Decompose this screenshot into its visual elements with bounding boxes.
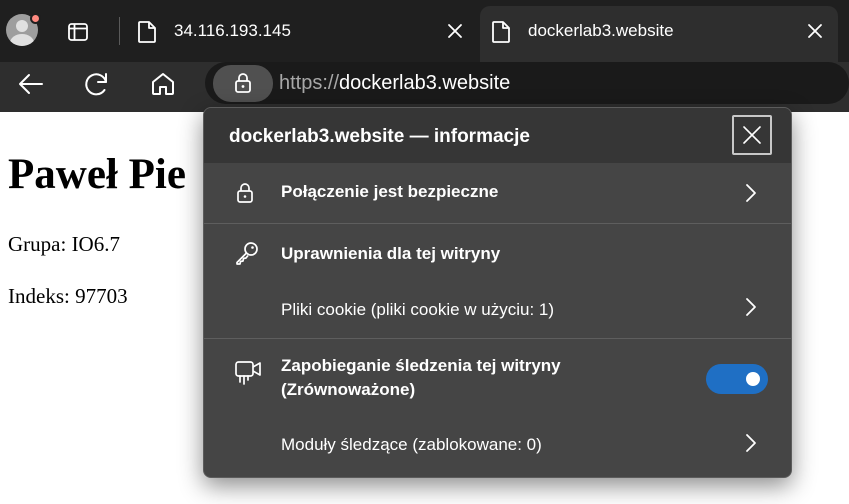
browser-toolbar: https://dockerlab3.website bbox=[0, 62, 849, 112]
url-host: dockerlab3.website bbox=[339, 72, 511, 94]
url-scheme: https:// bbox=[279, 72, 340, 94]
key-icon bbox=[234, 240, 260, 271]
page-icon bbox=[490, 20, 512, 44]
chevron-right-icon bbox=[744, 297, 758, 322]
home-icon[interactable] bbox=[148, 69, 178, 99]
cookies-label: Pliki cookie (pliki cookie w użyciu: 1) bbox=[281, 300, 555, 319]
close-icon bbox=[743, 126, 761, 144]
page-heading: Paweł Pie bbox=[8, 151, 186, 198]
site-permissions-row: Uprawnienia dla tej witryny bbox=[204, 224, 791, 284]
close-tab-icon[interactable] bbox=[806, 22, 824, 40]
tracking-prevention-label: Zapobieganie śledzenia tej witryny (Zrów… bbox=[281, 354, 561, 402]
trackers-row[interactable]: Moduły śledzące (zablokowane: 0) bbox=[204, 418, 791, 477]
tracking-prevention-line1: Zapobieganie śledzenia tej witryny bbox=[281, 356, 561, 375]
back-arrow-icon[interactable] bbox=[16, 69, 46, 99]
chevron-right-icon bbox=[744, 433, 758, 458]
trackers-label: Moduły śledzące (zablokowane: 0) bbox=[281, 435, 542, 454]
tab-title: 34.116.193.145 bbox=[174, 21, 291, 40]
tab-ip-address[interactable]: 34.116.193.145 bbox=[128, 6, 476, 62]
address-bar[interactable]: https://dockerlab3.website bbox=[205, 62, 849, 104]
tab-actions-menu-icon[interactable] bbox=[66, 20, 90, 44]
tab-separator bbox=[119, 17, 120, 45]
lock-icon bbox=[234, 181, 256, 210]
cookies-row[interactable]: Pliki cookie (pliki cookie w użyciu: 1) bbox=[204, 284, 791, 338]
tracking-camera-icon bbox=[234, 358, 262, 391]
group-text: Grupa: IO6.7 bbox=[8, 232, 120, 256]
site-info-button[interactable] bbox=[213, 65, 273, 102]
connection-secure-row[interactable]: Połączenie jest bezpieczne bbox=[204, 164, 791, 222]
site-info-popup: dockerlab3.website — informacje Połączen… bbox=[203, 107, 792, 478]
popup-header: dockerlab3.website — informacje bbox=[204, 108, 791, 163]
tab-strip: 34.116.193.145 dockerlab3.website bbox=[0, 0, 849, 62]
tab-title: dockerlab3.website bbox=[528, 21, 674, 40]
url-text[interactable]: https://dockerlab3.website bbox=[279, 72, 510, 95]
tracking-prevention-line2: (Zrównoważone) bbox=[281, 380, 416, 399]
site-permissions-label: Uprawnienia dla tej witryny bbox=[281, 244, 501, 263]
tracking-prevention-row: Zapobieganie śledzenia tej witryny (Zrów… bbox=[204, 340, 791, 416]
tab-dockerlab3-active[interactable]: dockerlab3.website bbox=[480, 6, 838, 62]
close-popup-button[interactable] bbox=[732, 115, 772, 155]
connection-secure-label: Połączenie jest bezpieczne bbox=[281, 182, 499, 201]
tracking-prevention-toggle[interactable] bbox=[706, 364, 768, 394]
toggle-knob bbox=[746, 372, 760, 386]
popup-title: dockerlab3.website — informacje bbox=[229, 126, 530, 147]
profile-notification-badge bbox=[30, 13, 41, 24]
index-text: Indeks: 97703 bbox=[8, 284, 128, 308]
divider bbox=[204, 338, 791, 339]
chevron-right-icon bbox=[744, 183, 758, 208]
refresh-icon[interactable] bbox=[82, 69, 112, 99]
close-tab-icon[interactable] bbox=[446, 22, 464, 40]
lock-icon bbox=[235, 73, 251, 93]
page-icon bbox=[136, 20, 158, 44]
